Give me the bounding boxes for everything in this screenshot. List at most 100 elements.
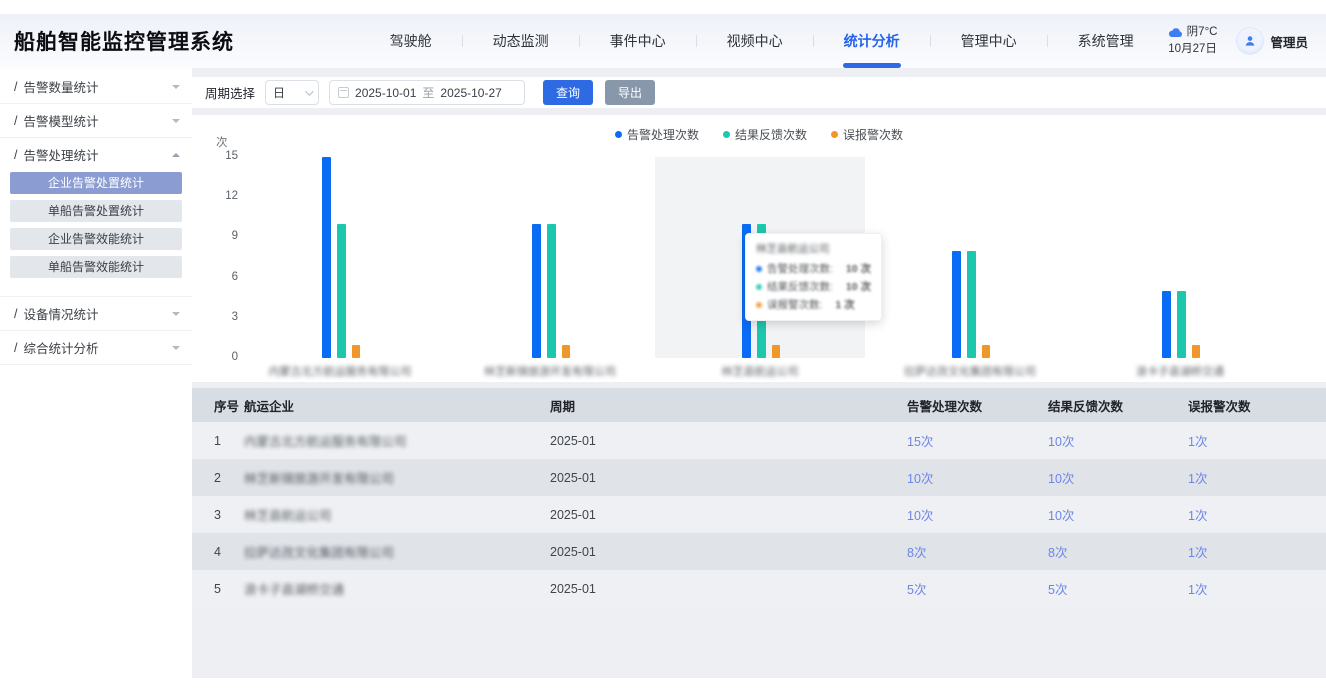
nav-tab-5[interactable]: 统计分析 (844, 31, 900, 51)
row-feedback-count-link[interactable]: 10次 (1048, 505, 1188, 524)
bar-series1-group5[interactable] (1162, 291, 1171, 358)
legend-item[interactable]: 误报警次数 (831, 126, 903, 143)
row-seq: 5 (214, 582, 244, 596)
bar-series3-group5[interactable] (1192, 345, 1200, 358)
nav-tab-4[interactable]: 视频中心 (727, 31, 783, 51)
legend-dot-icon (723, 131, 730, 138)
row-handled-count-link[interactable]: 10次 (907, 505, 1048, 524)
date-range-picker[interactable]: 2025-10-01 至 2025-10-27 (329, 80, 525, 105)
bar-series1-group4[interactable] (952, 251, 961, 358)
y-axis-unit-label: 次 (216, 134, 228, 150)
bar-series3-group1[interactable] (352, 345, 360, 358)
app-title: 船舶智能监控管理系统 (14, 26, 234, 56)
y-axis-tick-label: 3 (206, 311, 238, 323)
row-false-alarm-count-link[interactable]: 1次 (1188, 468, 1326, 487)
legend-item[interactable]: 告警处理次数 (615, 126, 699, 143)
table-header-cell-3: 周期 (550, 396, 907, 415)
tooltip-series-value: 10 次 (846, 279, 871, 294)
sidebar-item-3-3[interactable]: 企业告警效能统计 (10, 228, 182, 250)
chevron-down-icon (172, 346, 180, 354)
tooltip-row: 告警处理次数: 10 次 (756, 261, 871, 276)
nav-tab-1[interactable]: 驾驶舱 (390, 31, 432, 51)
sidebar-group: /告警处理统计企业告警处置统计单船告警处置统计企业告警效能统计单船告警效能统计 (0, 138, 192, 297)
row-feedback-count-link[interactable]: 10次 (1048, 468, 1188, 487)
row-feedback-count-link[interactable]: 10次 (1048, 431, 1188, 450)
bar-series2-group4[interactable] (967, 251, 976, 358)
chart-tooltip: 林芝县航运公司告警处理次数:10 次结果反馈次数:10 次误报警次数:1 次 (745, 233, 882, 321)
weather-widget: 阴7°C 10月27日 (1168, 24, 1218, 57)
sidebar-group-header-3[interactable]: /告警处理统计 (0, 138, 192, 171)
chart-legend: 告警处理次数 结果反馈次数 误报警次数 (192, 126, 1326, 143)
nav-tab-3[interactable]: 事件中心 (610, 31, 666, 51)
bar-chart-panel: 告警处理次数结果反馈次数误报警次数 次15129630内蒙古北方航运服务有限公司… (192, 115, 1326, 382)
user-menu[interactable]: 管理员 (1237, 28, 1308, 54)
calendar-icon (338, 87, 349, 98)
nav-tab-6[interactable]: 管理中心 (961, 31, 1017, 51)
sidebar-item-3-4[interactable]: 单船告警效能统计 (10, 256, 182, 278)
sidebar-group-header-2[interactable]: /告警模型统计 (0, 104, 192, 137)
tooltip-series-label: 告警处理次数: (767, 261, 833, 276)
row-seq: 3 (214, 508, 244, 522)
row-handled-count-link[interactable]: 8次 (907, 542, 1048, 561)
period-select-label: 周期选择 (205, 83, 255, 102)
row-handled-count-link[interactable]: 10次 (907, 468, 1048, 487)
sidebar-group-label: 告警处理统计 (23, 145, 98, 164)
legend-item[interactable]: 结果反馈次数 (723, 126, 807, 143)
date-range-separator: 至 (422, 84, 434, 101)
sidebar-group-header-4[interactable]: /设备情况统计 (0, 297, 192, 330)
weather-condition: 阴7°C (1187, 24, 1218, 41)
row-company-name: 浪卡子县湖桥交通 (244, 579, 550, 598)
bar-series3-group4[interactable] (982, 345, 990, 358)
row-false-alarm-count-link[interactable]: 1次 (1188, 505, 1326, 524)
bar-series1-group1[interactable] (322, 157, 331, 358)
export-button[interactable]: 导出 (605, 80, 655, 105)
legend-dot-icon (831, 131, 838, 138)
tooltip-series-value: 10 次 (846, 261, 871, 276)
row-period: 2025-01 (550, 434, 907, 448)
bar-series1-group2[interactable] (532, 224, 541, 358)
bar-series2-group5[interactable] (1177, 291, 1186, 358)
x-axis-category-label: 林芝新锦旅游开发有限公司 (470, 363, 630, 379)
y-axis-tick-label: 0 (206, 351, 238, 363)
table-header-cell-6: 误报警次数 (1188, 396, 1326, 415)
table-header-cell-5: 结果反馈次数 (1048, 396, 1188, 415)
nav-divider (579, 35, 580, 47)
sidebar-group-header-5[interactable]: /综合统计分析 (0, 331, 192, 364)
nav-tab-2[interactable]: 动态监测 (493, 31, 549, 51)
period-select-value: 日 (273, 84, 285, 101)
row-period: 2025-01 (550, 471, 907, 485)
tooltip-series-dot-icon (756, 266, 762, 272)
query-button[interactable]: 查询 (543, 80, 593, 105)
row-company-name: 林芝县航运公司 (244, 505, 550, 524)
sidebar-group-header-1[interactable]: /告警数量统计 (0, 70, 192, 103)
table-row: 2林芝新锦旅游开发有限公司2025-0110次10次1次 (192, 459, 1326, 496)
weather-date: 10月27日 (1168, 41, 1218, 58)
bar-series3-group2[interactable] (562, 345, 570, 358)
row-feedback-count-link[interactable]: 5次 (1048, 579, 1188, 598)
table-header-cell-2: 航运企业 (244, 396, 550, 415)
bar-series2-group1[interactable] (337, 224, 346, 358)
row-false-alarm-count-link[interactable]: 1次 (1188, 542, 1326, 561)
row-false-alarm-count-link[interactable]: 1次 (1188, 431, 1326, 450)
tooltip-row: 误报警次数:1 次 (756, 297, 871, 312)
chevron-up-icon (172, 149, 180, 157)
bar-series3-group3[interactable] (772, 345, 780, 358)
spacer (192, 68, 1326, 77)
nav-tab-7[interactable]: 系统管理 (1078, 31, 1134, 51)
row-seq: 2 (214, 471, 244, 485)
sidebar-item-3-1[interactable]: 企业告警处置统计 (10, 172, 182, 194)
row-seq: 1 (214, 434, 244, 448)
bar-series2-group2[interactable] (547, 224, 556, 358)
period-select[interactable]: 日 (265, 80, 319, 105)
nav-divider (813, 35, 814, 47)
row-handled-count-link[interactable]: 5次 (907, 579, 1048, 598)
row-false-alarm-count-link[interactable]: 1次 (1188, 579, 1326, 598)
cloud-icon (1168, 27, 1183, 38)
y-axis-tick-label: 6 (206, 271, 238, 283)
slash-prefix: / (14, 307, 17, 321)
row-handled-count-link[interactable]: 15次 (907, 431, 1048, 450)
spacer (192, 108, 1326, 115)
sidebar-item-3-2[interactable]: 单船告警处置统计 (10, 200, 182, 222)
row-feedback-count-link[interactable]: 8次 (1048, 542, 1188, 561)
nav-divider (930, 35, 931, 47)
